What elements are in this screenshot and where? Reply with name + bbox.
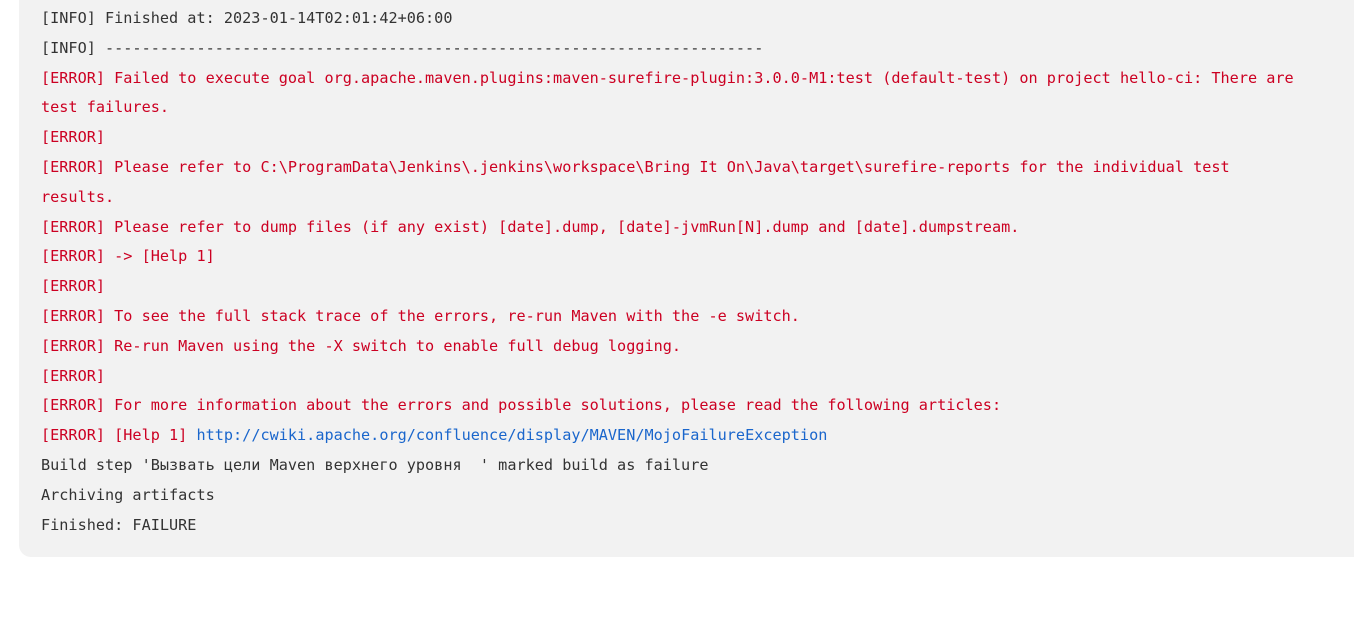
mojo-failure-exception-link[interactable]: http://cwiki.apache.org/confluence/displ…: [196, 426, 827, 444]
console-line-error-blank: [ERROR]: [41, 366, 106, 385]
console-line-error-help-ref: [ERROR] -> [Help 1]: [41, 247, 215, 266]
console-log: [INFO] Finished at: 2023-01-14T02:01:42+…: [41, 4, 1354, 540]
help-link-prefix: [ERROR] [Help 1]: [41, 426, 197, 445]
console-line-error-blank: [ERROR]: [41, 277, 106, 296]
console-output-panel: [INFO] Finished at: 2023-01-14T02:01:42+…: [19, 0, 1354, 557]
console-line-error-refer-reports: [ERROR] Please refer to C:\ProgramData\J…: [41, 157, 1230, 176]
console-line-error-help-link: [ERROR] [Help 1] http://cwiki.apache.org…: [41, 421, 1354, 451]
console-line-archiving: Archiving artifacts: [41, 485, 215, 504]
console-line-error-refer-reports-cont: results.: [41, 187, 115, 206]
console-line-error-goal: [ERROR] Failed to execute goal org.apach…: [41, 68, 1294, 87]
console-line-finished-at: [INFO] Finished at: 2023-01-14T02:01:42+…: [41, 9, 453, 27]
console-line-build-step-failure: Build step 'Вызвать цели Maven верхнего …: [41, 455, 709, 474]
console-line-separator: [INFO] ---------------------------------…: [41, 38, 764, 57]
console-line-error-stack-trace: [ERROR] To see the full stack trace of t…: [41, 306, 800, 325]
console-line-error-more-info: [ERROR] For more information about the e…: [41, 396, 1002, 415]
console-line-error-dump-files: [ERROR] Please refer to dump files (if a…: [41, 217, 1020, 236]
console-line-error-blank: [ERROR]: [41, 128, 106, 147]
console-line-error-goal-cont: test failures.: [41, 98, 170, 117]
console-line-finished-status: Finished: FAILURE: [41, 515, 197, 534]
console-line-error-debug: [ERROR] Re-run Maven using the -X switch…: [41, 336, 682, 355]
